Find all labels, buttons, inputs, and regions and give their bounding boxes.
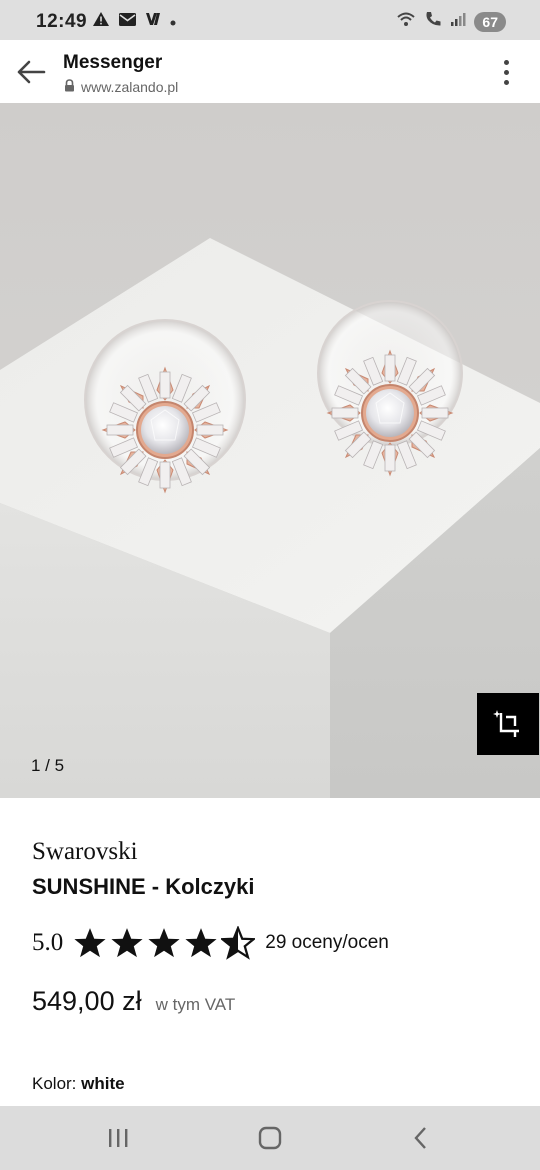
recent-apps-button[interactable] <box>98 1120 138 1156</box>
wifi-icon <box>396 11 416 32</box>
url-text: www.zalando.pl <box>81 79 179 95</box>
lock-icon <box>64 79 75 95</box>
menu-dot <box>503 59 509 65</box>
status-right-icons: 67 <box>396 10 506 33</box>
home-icon <box>258 1126 282 1150</box>
half-star-icon <box>221 926 256 960</box>
price-row: 549,00 zł w tym VAT <box>32 986 235 1017</box>
signal-icon <box>450 11 466 32</box>
back-button[interactable] <box>12 54 50 90</box>
rating-count[interactable]: 29 oceny/ocen <box>265 932 389 954</box>
color-info: Kolor: white <box>32 1074 125 1094</box>
product-image[interactable] <box>0 103 540 798</box>
dot-icon <box>169 11 177 32</box>
menu-dot <box>503 69 509 75</box>
system-nav-bar <box>0 1106 540 1170</box>
product-brand[interactable]: Swarovski <box>32 838 138 866</box>
back-nav-button[interactable] <box>401 1120 441 1156</box>
more-options-button[interactable] <box>494 54 518 90</box>
arrow-left-icon <box>17 60 46 84</box>
browser-title: Messenger <box>63 52 163 73</box>
home-button[interactable] <box>250 1120 290 1156</box>
visual-search-button[interactable] <box>477 693 539 755</box>
star-icon <box>148 928 180 958</box>
product-price: 549,00 zł <box>32 986 142 1016</box>
product-name: SUNSHINE - Kolczyki <box>32 874 255 899</box>
chevron-left-icon <box>414 1127 426 1149</box>
color-label: Kolor: <box>32 1074 77 1093</box>
status-bar: 12:49 67 <box>0 0 540 40</box>
rating-row[interactable]: 5.0 29 oceny/ocen <box>32 926 389 960</box>
star-icon <box>74 928 106 958</box>
color-value: white <box>81 1074 125 1093</box>
status-left-icons <box>92 11 177 32</box>
mail-icon <box>118 11 137 32</box>
rating-stars <box>73 926 256 960</box>
image-counter: 1 / 5 <box>31 756 65 775</box>
v-app-icon <box>145 11 161 32</box>
star-icon <box>185 928 217 958</box>
crop-sparkle-icon <box>493 710 519 737</box>
warning-icon <box>92 11 110 32</box>
star-icon <box>111 928 143 958</box>
recent-apps-icon <box>109 1129 128 1147</box>
browser-header: Messenger www.zalando.pl <box>0 40 540 104</box>
browser-url: www.zalando.pl <box>64 79 178 95</box>
status-time: 12:49 <box>36 11 88 32</box>
vat-note: w tym VAT <box>155 995 236 1014</box>
rating-value: 5.0 <box>32 929 64 956</box>
wifi-call-icon <box>424 10 442 33</box>
battery-indicator: 67 <box>474 11 506 32</box>
menu-dot <box>503 79 509 85</box>
